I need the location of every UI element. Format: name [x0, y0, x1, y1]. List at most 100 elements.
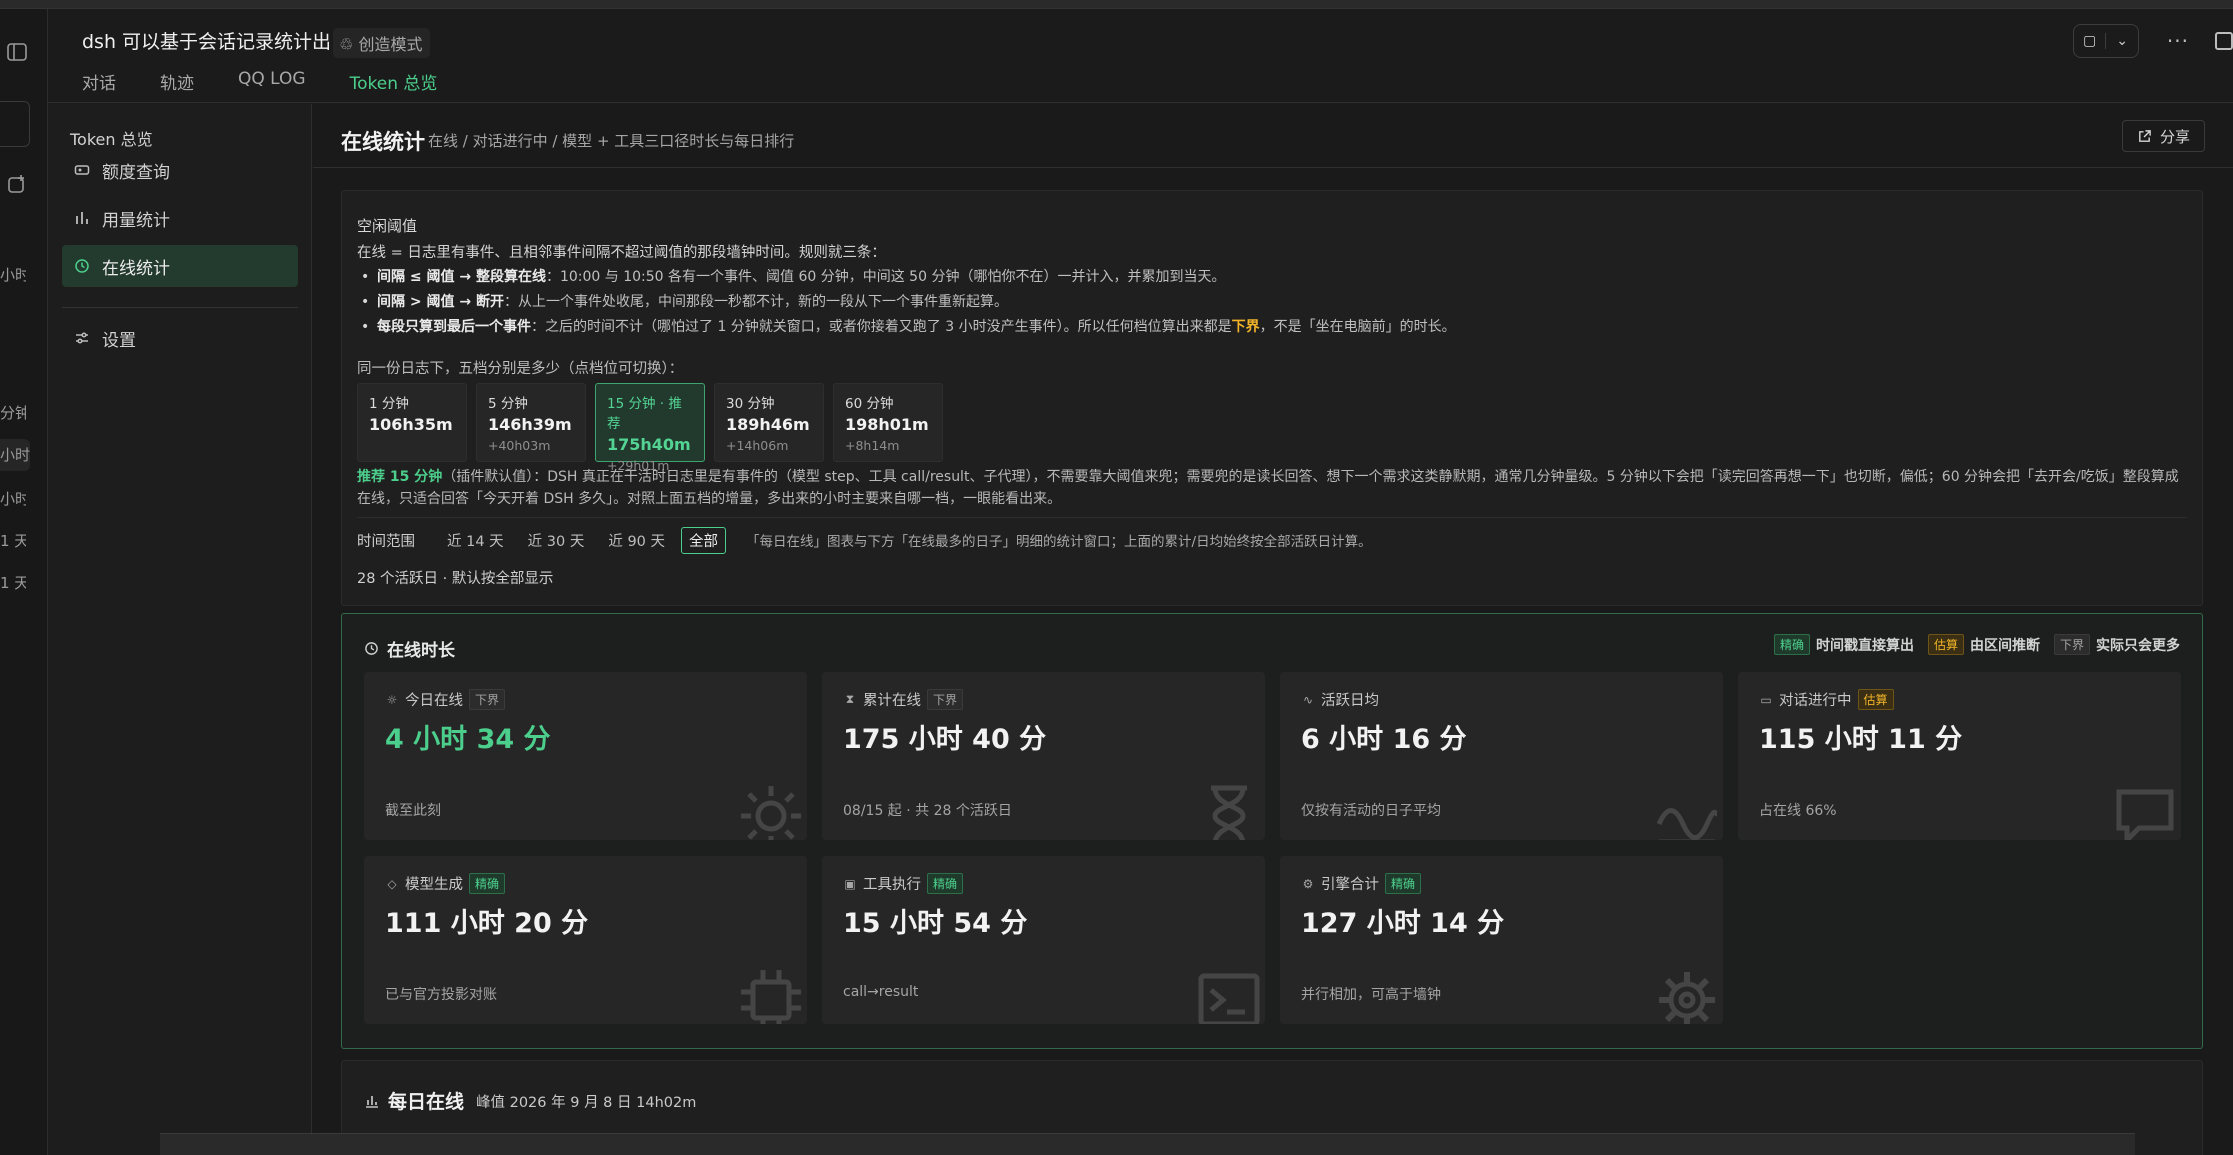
- rail-item-label[interactable]: 小时: [0, 264, 26, 285]
- range-90d-button[interactable]: 近 90 天: [600, 527, 673, 554]
- left-rail: 小时 分钟 小时 小时 1 天 1 天: [0, 9, 48, 1155]
- bar-chart-icon: [366, 1095, 378, 1108]
- threshold-option[interactable]: 60 分钟 198h01m +8h14m: [833, 383, 943, 462]
- diamond-icon: ◇: [387, 876, 397, 891]
- option-value: 146h39m: [488, 415, 572, 434]
- section-title: 在线时长: [364, 636, 455, 661]
- range-all-button[interactable]: 全部: [681, 526, 727, 554]
- sidebar-divider: [62, 307, 298, 308]
- section-title-text: 在线时长: [387, 641, 455, 661]
- card-value: 4 小时 34 分: [385, 724, 551, 755]
- time-range-label: 时间范围: [357, 533, 415, 550]
- sidebar-item-quota[interactable]: 额度查询: [62, 149, 298, 191]
- threshold-option-selected[interactable]: 15 分钟 · 推荐 175h40m +29h01m: [595, 383, 705, 473]
- new-chat-icon[interactable]: [6, 173, 28, 195]
- hourglass-icon: ⧗: [845, 692, 855, 706]
- share-button[interactable]: 分享: [2121, 120, 2205, 152]
- sidebar-item-label: 设置: [102, 330, 136, 351]
- stop-split-button[interactable]: ▢ ⌄: [2072, 24, 2139, 58]
- threshold-intro: 在线 = 日志里有事件、且相邻事件间隔不超过阈值的那段墙钟时间。规则就三条：: [357, 245, 886, 261]
- option-delta: +40h03m: [488, 438, 551, 453]
- card-label: 今日在线: [405, 693, 463, 709]
- sidebar-item-online[interactable]: 在线统计: [62, 245, 298, 287]
- card-foot: 已与官方投影对账: [385, 987, 497, 1003]
- card-tag: 精确: [1385, 873, 1422, 894]
- threshold-panel: 空闲阈值 在线 = 日志里有事件、且相邻事件间隔不超过阈值的那段墙钟时间。规则就…: [341, 190, 2203, 606]
- threshold-option[interactable]: 1 分钟 106h35m: [357, 383, 467, 462]
- threshold-label: 空闲阈值: [357, 217, 418, 235]
- rule-item: 间隔 ≤ 阈值 → 整段算在线：10:00 与 10:50 各有一个事件、阈值 …: [357, 265, 2187, 290]
- panel-toggle-icon[interactable]: [2215, 32, 2233, 50]
- tab-token-overview[interactable]: Token 总览: [349, 69, 438, 108]
- rule-bold: 间隔 ≤ 阈值 → 整段算在线: [377, 269, 546, 285]
- tab-qq-log[interactable]: QQ LOG: [238, 69, 306, 108]
- recommendation-text: 推荐 15 分钟（插件默认值）：DSH 真正在干活时日志里是有事件的（模型 st…: [357, 466, 2187, 510]
- legend-text: 由区间推断: [1969, 637, 2040, 654]
- sidebar-item-usage[interactable]: 用量统计: [62, 197, 298, 239]
- chat-icon: [2116, 789, 2174, 840]
- sidebar-item-label: 用量统计: [102, 210, 170, 231]
- card-foot: 截至此刻: [385, 803, 441, 819]
- tab-chat[interactable]: 对话: [82, 69, 116, 108]
- clock-icon: [74, 258, 90, 274]
- stat-card-in-conversation: ▭ 对话进行中 估算 115 小时 11 分 占在线 66%: [1738, 672, 2181, 840]
- sidebar-item-label: 额度查询: [102, 162, 170, 183]
- token-sidebar: Token 总览 额度查询 用量统计 在线统计 设置: [48, 104, 312, 1155]
- stat-card-model-generation: ◇ 模型生成 精确 111 小时 20 分 已与官方投影对账: [364, 856, 807, 1024]
- hourglass-icon: [1211, 785, 1247, 840]
- rail-item-label[interactable]: 1 天: [0, 530, 26, 551]
- card-label: 活跃日均: [1321, 693, 1379, 709]
- square-icon[interactable]: ▢: [2074, 33, 2106, 49]
- range-hint: 「每日在线」图表与下方「在线最多的日子」明细的统计窗口；上面的累计/日均始终按全…: [746, 534, 1372, 550]
- option-label: 1 分钟: [369, 396, 409, 412]
- rule-highlight: 下界: [1231, 319, 1260, 335]
- mode-badge[interactable]: ♲ 创造模式: [333, 28, 431, 58]
- threshold-option[interactable]: 5 分钟 146h39m +40h03m: [476, 383, 586, 462]
- stat-card-engine-total: ⚙ 引擎合计 精确 127 小时 14 分 并行相加，可高于墙钟: [1280, 856, 1723, 1024]
- window-top-edge: [0, 0, 2233, 9]
- rail-item-label[interactable]: 分钟: [0, 402, 26, 423]
- threshold-options: 1 分钟 106h35m 5 分钟 146h39m +40h03m 15 分钟 …: [357, 383, 943, 473]
- legend-tag-estimate: 估算: [1927, 634, 1964, 655]
- rail-item-label[interactable]: 1 天: [0, 572, 26, 593]
- active-days-text: 28 个活跃日 · 默认按全部显示: [357, 571, 554, 587]
- rail-item-label[interactable]: 小时: [0, 439, 30, 471]
- range-14d-button[interactable]: 近 14 天: [439, 527, 512, 554]
- sidebar-toggle-icon[interactable]: [6, 41, 28, 63]
- card-label: 累计在线: [863, 693, 921, 709]
- rail-item-label[interactable]: 小时: [0, 488, 26, 509]
- card-label: 工具执行: [863, 877, 921, 893]
- wave-icon: [1656, 808, 1719, 840]
- rail-search-box[interactable]: [0, 101, 30, 147]
- chat-icon: ▭: [1760, 692, 1772, 707]
- time-range-row: 时间范围 近 14 天 近 30 天 近 90 天 全部 「每日在线」图表与下方…: [357, 526, 1372, 554]
- page-header: 在线统计 在线 / 对话进行中 / 模型 + 工具三口径时长与每日排行 分享: [313, 104, 2233, 168]
- header-actions: ▢ ⌄ ···: [2072, 23, 2233, 59]
- tab-trajectory[interactable]: 轨迹: [160, 69, 194, 108]
- online-duration-section: 在线时长 精确 时间戳直接算出 估算 由区间推断 下界 实际只会更多 ☼ 今日在线…: [341, 613, 2203, 1049]
- legend-text: 时间戳直接算出: [1815, 637, 1914, 654]
- terminal-icon: [1198, 973, 1260, 1024]
- option-label: 5 分钟: [488, 396, 528, 412]
- threshold-option[interactable]: 30 分钟 189h46m +14h06m: [714, 383, 824, 462]
- page-title: 在线统计: [341, 130, 425, 154]
- terminal-icon: ▣: [844, 876, 856, 891]
- option-label: 15 分钟 · 推荐: [607, 396, 682, 432]
- sidebar-item-settings[interactable]: 设置: [62, 317, 298, 359]
- mode-label: 创造模式: [358, 35, 423, 54]
- option-label: 30 分钟: [726, 396, 775, 412]
- share-label: 分享: [2159, 127, 2190, 146]
- more-icon[interactable]: ···: [2167, 29, 2189, 53]
- card-value: 175 小时 40 分: [843, 724, 1047, 755]
- card-tag: 精确: [927, 873, 964, 894]
- rule-item: 每段只算到最后一个事件：之后的时间不计（哪怕过了 1 分钟就关窗口，或者你接着又…: [357, 315, 2187, 340]
- card-foot: 占在线 66%: [1759, 803, 1837, 819]
- header-tabs: 对话 轨迹 QQ LOG Token 总览: [82, 69, 481, 108]
- card-tag: 估算: [1857, 689, 1894, 710]
- card-foot: 并行相加，可高于墙钟: [1301, 987, 1441, 1003]
- chevron-down-icon[interactable]: ⌄: [2105, 33, 2138, 49]
- stat-card-tool-execution: ▣ 工具执行 精确 15 小时 54 分 call→result: [822, 856, 1265, 1024]
- range-30d-button[interactable]: 近 30 天: [520, 527, 593, 554]
- threshold-rules: 间隔 ≤ 阈值 → 整段算在线：10:00 与 10:50 各有一个事件、阈值 …: [357, 265, 2187, 340]
- card-value: 111 小时 20 分: [385, 908, 589, 939]
